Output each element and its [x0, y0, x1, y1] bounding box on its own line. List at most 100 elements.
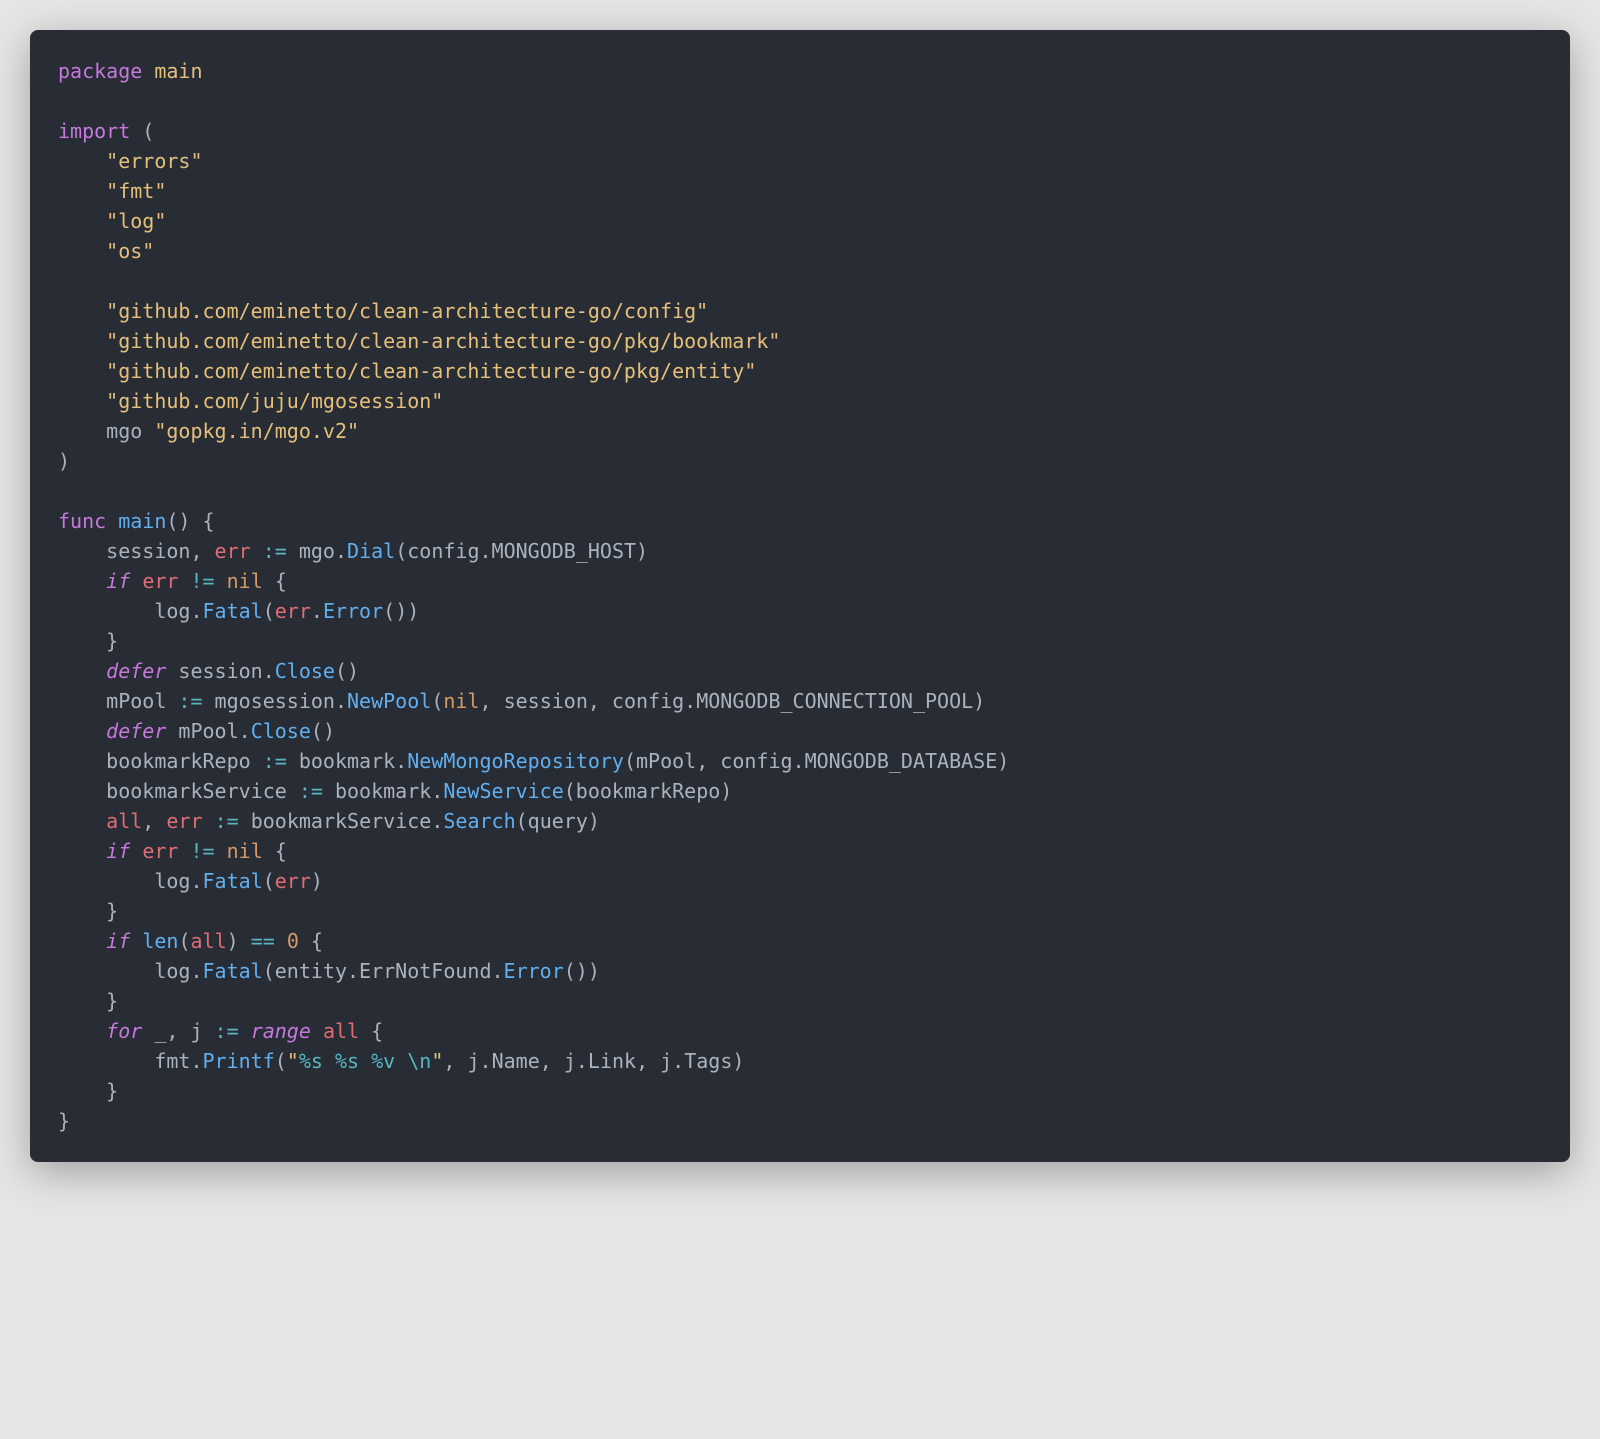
code-token: log. — [58, 869, 203, 893]
code-token: := — [215, 809, 239, 833]
code-token — [215, 839, 227, 863]
code-token: != — [190, 569, 214, 593]
code-token: session. — [166, 659, 274, 683]
code-token: log. — [58, 599, 203, 623]
code-token — [58, 299, 106, 323]
code-line: ) — [58, 449, 70, 473]
code-token: err — [142, 839, 178, 863]
code-token — [58, 1019, 106, 1043]
code-token: all — [106, 809, 142, 833]
code-token: err — [142, 569, 178, 593]
code-pre: package main import ( "errors" "fmt" "lo… — [58, 56, 1542, 1136]
code-token: Close — [275, 659, 335, 683]
code-token: := — [215, 1019, 239, 1043]
code-token: () — [311, 719, 335, 743]
code-line: mPool := mgosession.NewPool(nil, session… — [58, 689, 985, 713]
code-line: session, err := mgo.Dial(config.MONGODB_… — [58, 539, 648, 563]
code-token: } — [58, 1109, 70, 1133]
code-token: log. — [58, 959, 203, 983]
code-token: bookmark. — [323, 779, 443, 803]
code-token: mPool — [58, 689, 178, 713]
code-token: { — [299, 929, 323, 953]
code-token: ( — [178, 929, 190, 953]
code-token: := — [299, 779, 323, 803]
code-token — [359, 1049, 371, 1073]
code-token: bookmarkService — [58, 779, 299, 803]
code-line: defer mPool.Close() — [58, 719, 335, 743]
code-token: Dial — [347, 539, 395, 563]
code-line: "os" — [58, 239, 154, 263]
code-token: err — [275, 599, 311, 623]
code-token: mgo — [58, 419, 154, 443]
code-token — [58, 149, 106, 173]
code-token: ) — [227, 929, 251, 953]
code-token: all — [323, 1019, 359, 1043]
code-token: := — [263, 749, 287, 773]
code-token: ) — [311, 869, 323, 893]
code-line: "github.com/juju/mgosession" — [58, 389, 443, 413]
code-token: (query) — [516, 809, 600, 833]
code-line: } — [58, 1079, 118, 1103]
code-token: "gopkg.in/mgo.v2" — [154, 419, 359, 443]
code-token — [130, 839, 142, 863]
code-token — [58, 569, 106, 593]
code-line: log.Fatal(err.Error()) — [58, 599, 419, 623]
code-token: NewService — [443, 779, 563, 803]
code-token — [130, 569, 142, 593]
code-token — [58, 239, 106, 263]
code-token: mgosession. — [203, 689, 348, 713]
code-line: fmt.Printf("%s %s %v \n", j.Name, j.Link… — [58, 1049, 744, 1073]
code-token: main — [154, 59, 202, 83]
code-token: for — [106, 1019, 142, 1043]
code-window: package main import ( "errors" "fmt" "lo… — [30, 30, 1570, 1162]
code-token: err — [166, 809, 202, 833]
code-token — [58, 179, 106, 203]
code-line: } — [58, 899, 118, 923]
code-token: nil — [227, 569, 263, 593]
code-token — [395, 1049, 407, 1073]
code-token: Fatal — [203, 599, 263, 623]
code-token: mPool. — [166, 719, 250, 743]
code-token — [251, 539, 263, 563]
code-line: import ( — [58, 119, 154, 143]
code-token: ()) — [564, 959, 600, 983]
code-token: all — [190, 929, 226, 953]
code-token: %v — [371, 1049, 395, 1073]
code-line: "log" — [58, 209, 166, 233]
code-token: Error — [323, 599, 383, 623]
code-token: len — [142, 929, 178, 953]
code-token: %s — [335, 1049, 359, 1073]
code-token: . — [311, 599, 323, 623]
code-token: \n — [407, 1049, 431, 1073]
code-token — [58, 359, 106, 383]
code-token — [58, 839, 106, 863]
code-line: defer session.Close() — [58, 659, 359, 683]
code-token — [58, 389, 106, 413]
code-line: bookmarkRepo := bookmark.NewMongoReposit… — [58, 749, 1009, 773]
code-token: if — [106, 839, 130, 863]
code-token: _, j — [142, 1019, 214, 1043]
code-line: } — [58, 629, 118, 653]
code-token: Error — [504, 959, 564, 983]
code-token — [215, 569, 227, 593]
code-token — [58, 209, 106, 233]
code-token: { — [263, 569, 287, 593]
code-token: , j.Name, j.Link, j.Tags) — [443, 1049, 744, 1073]
code-token: (entity.ErrNotFound. — [263, 959, 504, 983]
code-line: if len(all) == 0 { — [58, 929, 323, 953]
code-token: != — [190, 839, 214, 863]
code-token: " — [287, 1049, 299, 1073]
code-line: } — [58, 1109, 70, 1133]
code-token: defer — [106, 659, 166, 683]
code-token: "github.com/eminetto/clean-architecture-… — [106, 329, 780, 353]
code-token: package — [58, 59, 142, 83]
code-token: ( — [130, 119, 154, 143]
code-line: for _, j := range all { — [58, 1019, 383, 1043]
code-token: range — [251, 1019, 311, 1043]
code-token: "github.com/eminetto/clean-architecture-… — [106, 359, 756, 383]
code-token: Printf — [203, 1049, 275, 1073]
code-token: if — [106, 569, 130, 593]
code-token: (mPool, config.MONGODB_DATABASE) — [624, 749, 1009, 773]
code-token: "os" — [106, 239, 154, 263]
code-token: == — [251, 929, 275, 953]
